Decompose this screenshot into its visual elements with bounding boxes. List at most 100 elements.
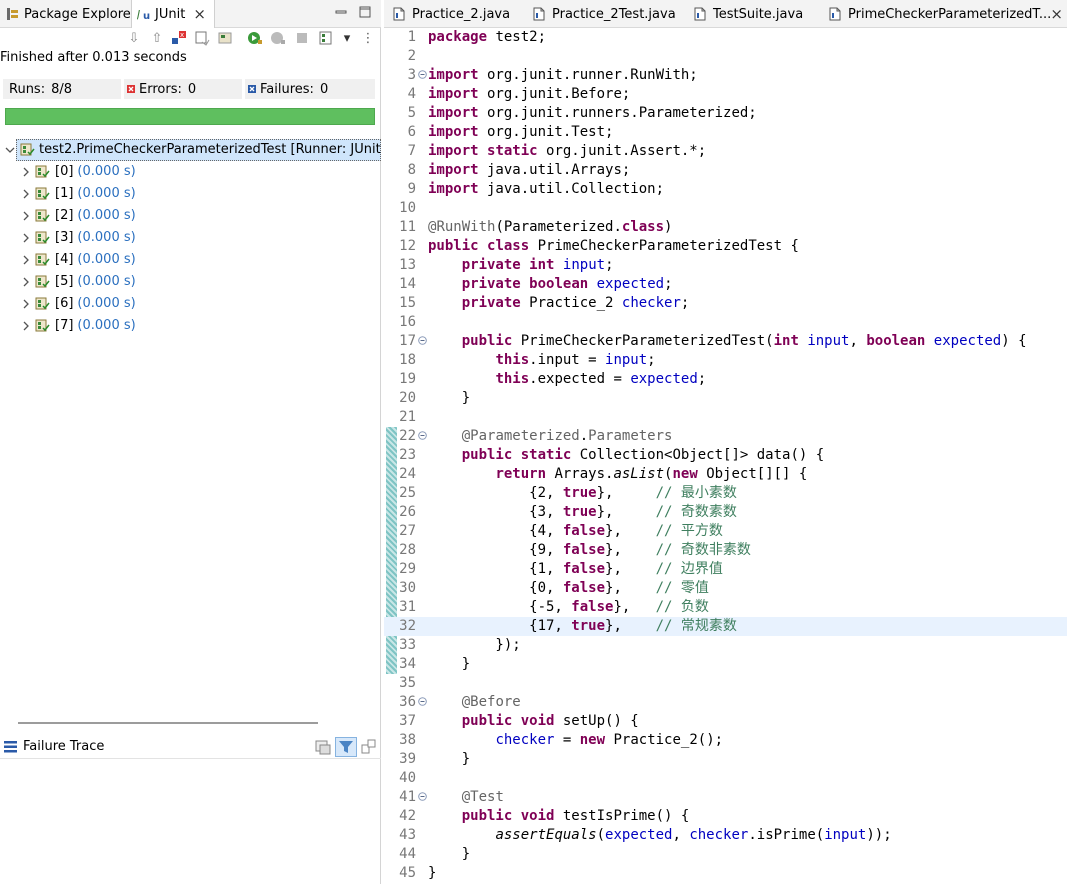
chevron-right-icon[interactable] [21, 211, 31, 221]
code-line[interactable]: 9 import java.util.Collection; [384, 180, 1067, 199]
chevron-right-icon[interactable] [21, 321, 31, 331]
chevron-right-icon[interactable] [21, 277, 31, 287]
code-line[interactable]: 14 private boolean expected; [384, 275, 1067, 294]
test-case-row[interactable]: [0] (0.000 s) [0, 161, 381, 183]
code-line[interactable]: 44 } [384, 845, 1067, 864]
code-line[interactable]: 31 {-5, false}, // 负数 [384, 598, 1067, 617]
code-line[interactable]: 13 private int input; [384, 256, 1067, 275]
previous-failure-icon[interactable]: ⇧ [148, 29, 166, 47]
code-line[interactable]: 23 public static Collection<Object[]> da… [384, 446, 1067, 465]
code-line[interactable]: 22 @Parameterized.Parameters [384, 427, 1067, 446]
code-line[interactable]: 36 @Before [384, 693, 1067, 712]
code-line[interactable]: 45} [384, 864, 1067, 883]
code-line[interactable]: 34 } [384, 655, 1067, 674]
code-line[interactable]: 41 @Test [384, 788, 1067, 807]
view-menu-icon[interactable]: ⋮ [359, 29, 377, 47]
code-line[interactable]: 4 import org.junit.Before; [384, 85, 1067, 104]
show-failures-only-icon[interactable]: x [170, 29, 188, 47]
editor-tab[interactable]: TestSuite.java [693, 0, 825, 28]
fold-collapse-icon[interactable] [418, 792, 427, 801]
code-area[interactable]: 1 package test2; 2 3 import org.junit.runner… [384, 28, 1067, 884]
chevron-right-icon[interactable] [21, 189, 31, 199]
tab-package-explorer[interactable]: Package Explorer [6, 0, 136, 28]
editor-tab[interactable]: Practice_2Test.java [532, 0, 690, 28]
code-line[interactable]: 20 } [384, 389, 1067, 408]
code-line[interactable]: 30 {0, false}, // 零值 [384, 579, 1067, 598]
code-line[interactable]: 25 {2, true}, // 最小素数 [384, 484, 1067, 503]
fold-collapse-icon[interactable] [418, 697, 427, 706]
line-number: 28 [399, 542, 416, 558]
test-case-row[interactable]: [1] (0.000 s) [0, 183, 381, 205]
maximize-icon[interactable] [359, 6, 371, 18]
code-line[interactable]: 21 [384, 408, 1067, 427]
code-text: {2, true}, // 最小素数 [428, 485, 737, 501]
rerun-failures-first-icon[interactable] [269, 29, 287, 47]
code-line[interactable]: 26 {3, true}, // 奇数素数 [384, 503, 1067, 522]
chevron-down-icon[interactable] [5, 145, 15, 155]
code-line[interactable]: 18 this.input = input; [384, 351, 1067, 370]
test-case-row[interactable]: [7] (0.000 s) [0, 315, 381, 337]
code-line[interactable]: 5 import org.junit.runners.Parameterized; [384, 104, 1067, 123]
code-line[interactable]: 32 {17, true}, // 常规素数 [384, 617, 1067, 636]
test-suite-name: test2.PrimeCheckerParameterizedTest [Run… [39, 142, 399, 157]
show-skipped-icon[interactable] [216, 29, 234, 47]
test-case-row[interactable]: [5] (0.000 s) [0, 271, 381, 293]
code-line[interactable]: 2 [384, 47, 1067, 66]
code-line[interactable]: 10 [384, 199, 1067, 218]
line-number: 4 [407, 86, 416, 102]
code-line[interactable]: 39 } [384, 750, 1067, 769]
chevron-right-icon[interactable] [21, 233, 31, 243]
code-line[interactable]: 40 [384, 769, 1067, 788]
code-line[interactable]: 17 public PrimeCheckerParameterizedTest(… [384, 332, 1067, 351]
code-line[interactable]: 35 [384, 674, 1067, 693]
compare-result-icon[interactable] [315, 739, 331, 755]
code-line[interactable]: 27 {4, false}, // 平方数 [384, 522, 1067, 541]
test-tree-root[interactable]: test2.PrimeCheckerParameterizedTest [Run… [0, 139, 398, 161]
test-case-row[interactable]: [3] (0.000 s) [0, 227, 381, 249]
close-icon[interactable]: × [193, 5, 206, 23]
copy-trace-icon[interactable] [361, 739, 377, 755]
code-line[interactable]: 28 {9, false}, // 奇数非素数 [384, 541, 1067, 560]
panel-splitter[interactable] [18, 722, 318, 724]
test-case-row[interactable]: [2] (0.000 s) [0, 205, 381, 227]
code-line[interactable]: 7 import static org.junit.Assert.*; [384, 142, 1067, 161]
fold-collapse-icon[interactable] [418, 70, 427, 79]
code-line[interactable]: 12 public class PrimeCheckerParameterized… [384, 237, 1067, 256]
code-line[interactable]: 42 public void testIsPrime() { [384, 807, 1067, 826]
code-line[interactable]: 8 import java.util.Arrays; [384, 161, 1067, 180]
code-line[interactable]: 16 [384, 313, 1067, 332]
fold-collapse-icon[interactable] [418, 431, 427, 440]
code-line[interactable]: 11 @RunWith(Parameterized.class) [384, 218, 1067, 237]
editor-tab[interactable]: Practice_2.java [392, 0, 530, 28]
filter-stack-trace-button[interactable] [335, 737, 357, 757]
code-line[interactable]: 37 public void setUp() { [384, 712, 1067, 731]
tab-junit[interactable]: Ju JUnit × [131, 0, 215, 28]
code-line[interactable]: 1 package test2; [384, 28, 1067, 47]
chevron-right-icon[interactable] [21, 255, 31, 265]
code-line[interactable]: 19 this.expected = expected; [384, 370, 1067, 389]
minimize-icon[interactable] [335, 6, 347, 18]
test-case-row[interactable]: [4] (0.000 s) [0, 249, 381, 271]
chevron-right-icon[interactable] [21, 299, 31, 309]
next-failure-icon[interactable]: ⇩ [125, 29, 143, 47]
code-line[interactable]: 6 import org.junit.Test; [384, 123, 1067, 142]
chevron-right-icon[interactable] [21, 167, 31, 177]
test-case-row[interactable]: [6] (0.000 s) [0, 293, 381, 315]
code-line[interactable]: 3 import org.junit.runner.RunWith; [384, 66, 1067, 85]
fold-collapse-icon[interactable] [418, 336, 427, 345]
rerun-test-icon[interactable] [246, 29, 264, 47]
scroll-lock-icon[interactable] [193, 29, 211, 47]
stop-icon[interactable] [293, 29, 311, 47]
code-line[interactable]: 38 checker = new Practice_2(); [384, 731, 1067, 750]
code-line[interactable]: 33 }); [384, 636, 1067, 655]
code-line[interactable]: 24 return Arrays.asList(new Object[][] { [384, 465, 1067, 484]
code-line[interactable]: 29 {1, false}, // 边界值 [384, 560, 1067, 579]
history-dropdown-icon[interactable]: ▾ [338, 29, 356, 47]
editor-tab[interactable]: PrimeCheckerParameterizedT... × [828, 0, 1067, 28]
test-case-name: [2] [55, 208, 74, 223]
close-icon[interactable]: × [1050, 5, 1063, 23]
test-run-history-icon[interactable] [317, 29, 335, 47]
code-line[interactable]: 43 assertEquals(expected, checker.isPrim… [384, 826, 1067, 845]
code-line[interactable]: 15 private Practice_2 checker; [384, 294, 1067, 313]
code-text: import org.junit.runner.RunWith; [428, 67, 698, 83]
